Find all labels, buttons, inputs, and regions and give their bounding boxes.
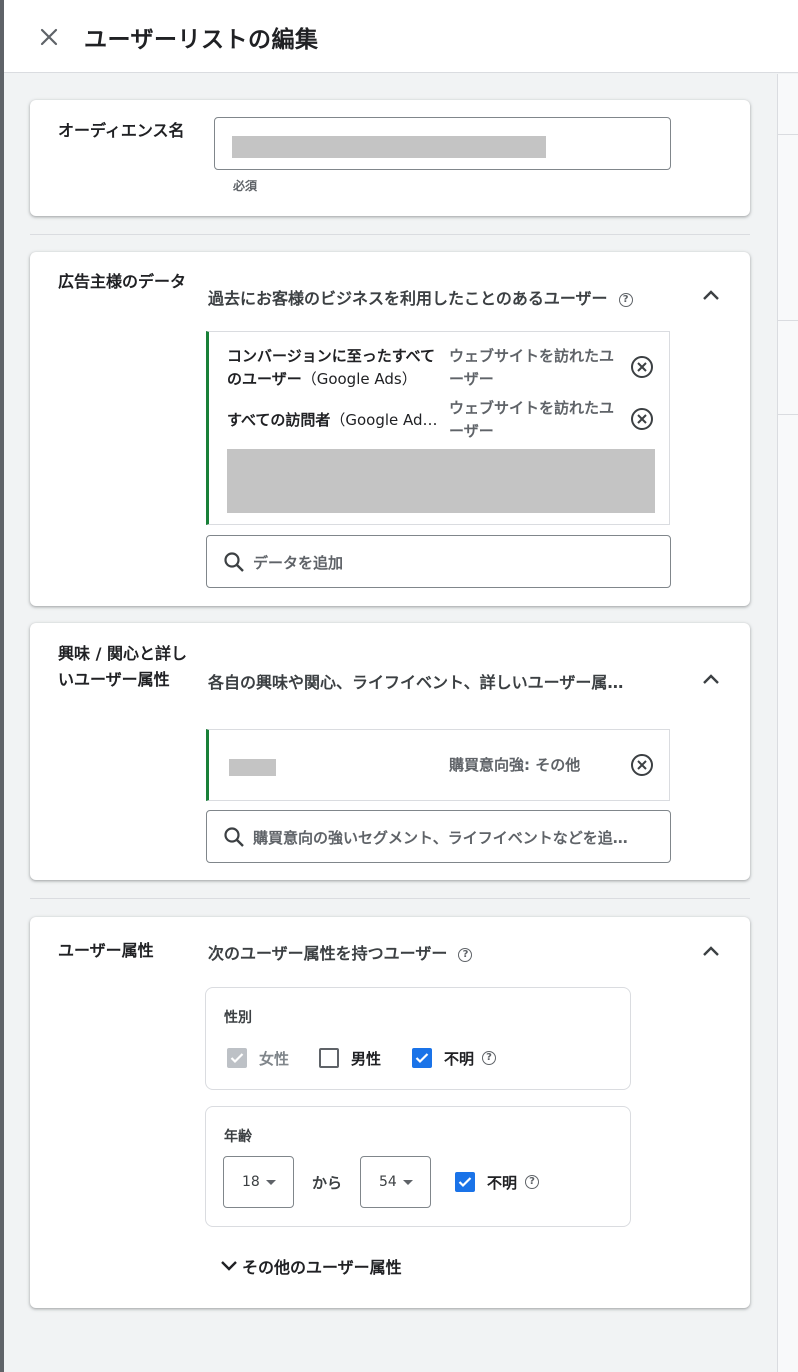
age-from-value: 18: [242, 1174, 260, 1190]
add-interests-search[interactable]: 購買意向の強いセグメント、ライフイベントなどを追…: [206, 810, 671, 863]
close-icon: [40, 28, 58, 46]
close-button[interactable]: [34, 22, 64, 52]
demographics-summary: 次のユーザー属性を持つユーザー: [208, 944, 448, 963]
remove-item-button[interactable]: [629, 354, 655, 380]
age-to-value: 54: [379, 1174, 397, 1190]
checkbox-male[interactable]: [319, 1048, 339, 1068]
age-from-select[interactable]: 18: [223, 1156, 294, 1208]
list-item-type: ウェブサイトを訪れたユーザー: [449, 347, 615, 388]
redacted-name-value: [232, 136, 546, 158]
gender-filter: 性別 女性 男性 不明 ?: [205, 987, 631, 1090]
chevron-up-icon: [703, 674, 719, 684]
advertiser-data-card: 広告主様のデータ 過去にお客様のビジネスを利用したことのあるユーザー ? コンバ…: [30, 252, 750, 606]
panel-divider: [778, 414, 798, 415]
background-panel-edge: [777, 74, 798, 1372]
search-icon: [224, 827, 244, 847]
interests-label: 興味 / 関心と詳しいユーザー属性: [58, 644, 187, 689]
background-overlay-strip: [0, 0, 4, 1372]
section-divider: [30, 898, 750, 899]
audience-name-input[interactable]: [214, 117, 671, 170]
help-icon[interactable]: ?: [618, 292, 633, 307]
audience-name-label: オーディエンス名: [58, 121, 185, 140]
chevron-up-icon: [703, 290, 719, 300]
chevron-up-icon: [703, 946, 719, 956]
check-icon: [415, 1053, 429, 1064]
age-title: 年齢: [224, 1129, 252, 1145]
advertiser-data-summary-row: 過去にお客様のビジネスを利用したことのあるユーザー ?: [208, 285, 678, 308]
checkbox-label: 男性: [351, 1050, 382, 1068]
remove-circle-icon: [631, 754, 653, 776]
add-data-search[interactable]: データを追加: [206, 535, 671, 588]
checkbox-label: 不明: [487, 1174, 518, 1192]
more-demographics-label: その他のユーザー属性: [242, 1258, 402, 1277]
checkbox-label: 女性: [259, 1050, 290, 1068]
dropdown-arrow-icon: [403, 1180, 413, 1185]
remove-circle-icon: [631, 356, 653, 378]
chevron-down-icon: [221, 1261, 237, 1271]
search-icon: [224, 552, 244, 572]
collapse-button[interactable]: [698, 938, 724, 964]
audience-name-card: オーディエンス名 必須: [30, 100, 750, 216]
gender-title: 性別: [224, 1010, 252, 1026]
age-filter: 年齢 18 から 54 不明 ?: [205, 1106, 631, 1227]
panel-divider: [778, 134, 798, 135]
redacted-list-item: [227, 449, 655, 513]
checkbox-label: 不明: [444, 1050, 475, 1068]
remove-item-button[interactable]: [629, 752, 655, 778]
check-icon: [230, 1053, 244, 1064]
help-icon[interactable]: ?: [482, 1051, 496, 1065]
check-icon: [458, 1177, 472, 1188]
demographics-summary-row: 次のユーザー属性を持つユーザー ?: [208, 940, 678, 963]
dropdown-arrow-icon: [266, 1180, 276, 1185]
list-item-type: 購買意向強: その他: [449, 756, 581, 774]
checkbox-unknown-gender[interactable]: [412, 1048, 432, 1068]
section-divider: [30, 234, 750, 235]
list-item-name: コンバージョンに至ったすべてのユーザー（Google Ads）: [227, 347, 436, 388]
panel-divider: [778, 320, 798, 321]
search-placeholder: データを追加: [253, 554, 344, 572]
more-demographics-toggle[interactable]: その他のユーザー属性: [220, 1253, 402, 1279]
search-placeholder: 購買意向の強いセグメント、ライフイベントなどを追…: [253, 829, 628, 847]
age-range-separator: から: [312, 1174, 343, 1192]
help-icon[interactable]: ?: [525, 1175, 539, 1189]
redacted-list-item: [229, 759, 276, 776]
selected-data-list: コンバージョンに至ったすべてのユーザー（Google Ads） ウェブサイトを訪…: [206, 331, 670, 525]
selected-interests-list: 購買意向強: その他: [206, 729, 670, 801]
collapse-button[interactable]: [698, 666, 724, 692]
remove-circle-icon: [631, 408, 653, 430]
list-item-type: ウェブサイトを訪れたユーザー: [449, 399, 615, 440]
advertiser-data-label: 広告主様のデータ: [58, 272, 187, 291]
interests-card: 興味 / 関心と詳しいユーザー属性 各自の興味や関心、ライフイベント、詳しいユー…: [30, 623, 750, 880]
dialog-header: ユーザーリストの編集: [4, 0, 798, 73]
list-item-name: すべての訪問者（Google Ad…: [227, 411, 437, 429]
demographics-card: ユーザー属性 次のユーザー属性を持つユーザー ? 性別 女性 男性 不明 ? 年…: [30, 917, 750, 1308]
collapse-button[interactable]: [698, 282, 724, 308]
required-hint: 必須: [233, 179, 258, 193]
advertiser-data-summary: 過去にお客様のビジネスを利用したことのあるユーザー: [208, 289, 608, 308]
interests-summary: 各自の興味や関心、ライフイベント、詳しいユーザー属…: [208, 673, 624, 692]
remove-item-button[interactable]: [629, 406, 655, 432]
demographics-label: ユーザー属性: [58, 941, 154, 960]
age-to-select[interactable]: 54: [360, 1156, 431, 1208]
checkbox-female[interactable]: [227, 1048, 247, 1068]
page-title: ユーザーリストの編集: [84, 27, 319, 53]
checkbox-unknown-age[interactable]: [455, 1172, 475, 1192]
help-icon[interactable]: ?: [458, 947, 473, 962]
